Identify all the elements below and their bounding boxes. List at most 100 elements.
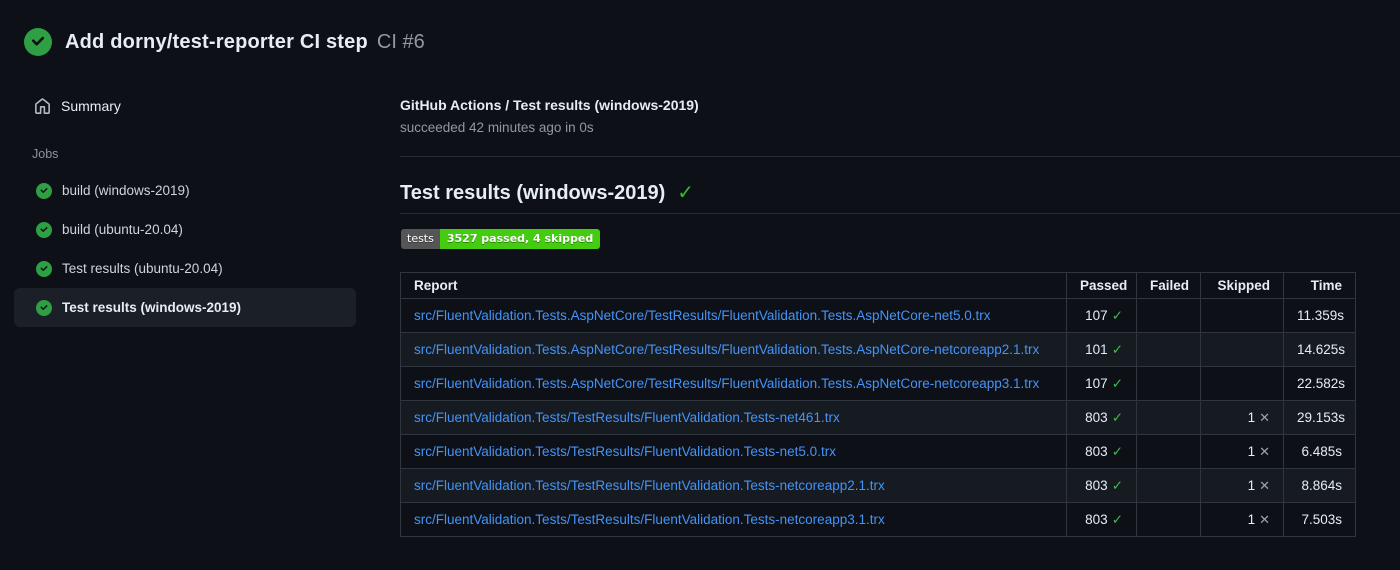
column-header-passed: Passed bbox=[1066, 272, 1137, 299]
time-cell-value: 11.359s bbox=[1297, 308, 1345, 323]
sidebar-item-job-2[interactable]: Test results (ubuntu-20.04) bbox=[14, 249, 356, 288]
job-check-icon bbox=[36, 299, 52, 316]
skipped-cell: 1 ✕ bbox=[1200, 434, 1284, 469]
passed-cell: 107 ✓ bbox=[1066, 366, 1137, 401]
table-row: src/FluentValidation.Tests/TestResults/F… bbox=[400, 434, 1356, 469]
time-cell: 14.625s bbox=[1283, 332, 1356, 367]
run-title: Add dorny/test-reporter CI step bbox=[65, 30, 368, 53]
time-cell: 7.503s bbox=[1283, 502, 1356, 537]
job-label: build (ubuntu-20.04) bbox=[62, 222, 183, 237]
time-cell-value: 7.503s bbox=[1301, 512, 1342, 527]
skipped-cell-value: 1 bbox=[1247, 444, 1256, 459]
failed-cell bbox=[1136, 366, 1201, 401]
passed-cell-value: 803 bbox=[1085, 512, 1108, 527]
job-label: Test results (ubuntu-20.04) bbox=[62, 261, 223, 276]
failed-cell bbox=[1136, 332, 1201, 367]
report-cell: src/FluentValidation.Tests.AspNetCore/Te… bbox=[400, 332, 1067, 367]
table-header-row: Report Passed Failed Skipped Time bbox=[400, 272, 1356, 299]
failed-cell bbox=[1136, 298, 1201, 333]
report-link[interactable]: src/FluentValidation.Tests/TestResults/F… bbox=[414, 512, 885, 527]
time-cell: 8.864s bbox=[1283, 468, 1356, 503]
home-icon bbox=[34, 97, 51, 115]
time-cell-value: 8.864s bbox=[1301, 478, 1342, 493]
run-header: Add dorny/test-reporter CI step CI #6 bbox=[24, 28, 425, 56]
table-row: src/FluentValidation.Tests/TestResults/F… bbox=[400, 468, 1356, 503]
run-status-check-icon bbox=[24, 28, 52, 56]
column-header-skipped: Skipped bbox=[1200, 272, 1284, 299]
skipped-cell: 1 ✕ bbox=[1200, 400, 1284, 435]
job-check-icon bbox=[36, 221, 52, 238]
skipped-cell: 1 ✕ bbox=[1200, 468, 1284, 503]
skipped-cross-icon: ✕ bbox=[1259, 410, 1270, 425]
check-run-status: succeeded 42 minutes ago in 0s bbox=[400, 120, 594, 135]
skipped-cell bbox=[1200, 366, 1284, 401]
column-header-time: Time bbox=[1283, 272, 1356, 299]
tests-badge: tests 3527 passed, 4 skipped bbox=[401, 229, 601, 249]
time-cell-value: 14.625s bbox=[1297, 342, 1346, 357]
column-header-failed: Failed bbox=[1136, 272, 1201, 299]
time-cell-value: 6.485s bbox=[1301, 444, 1342, 459]
passed-check-icon: ✓ bbox=[1111, 478, 1123, 493]
skipped-cell: 1 ✕ bbox=[1200, 502, 1284, 537]
passed-check-icon: ✓ bbox=[1111, 444, 1123, 459]
tests-badge-value: 3527 passed, 4 skipped bbox=[439, 229, 601, 249]
summary-label: Summary bbox=[61, 98, 121, 114]
jobs-section-label: Jobs bbox=[32, 147, 59, 161]
job-label: build (windows-2019) bbox=[62, 183, 190, 198]
sidebar: Summary Jobs build (windows-2019) build (… bbox=[14, 88, 356, 327]
report-link[interactable]: src/FluentValidation.Tests.AspNetCore/Te… bbox=[414, 308, 991, 323]
job-label: Test results (windows-2019) bbox=[62, 300, 242, 315]
time-cell: 11.359s bbox=[1283, 298, 1356, 333]
report-link[interactable]: src/FluentValidation.Tests.AspNetCore/Te… bbox=[414, 342, 1039, 357]
passed-cell: 803 ✓ bbox=[1066, 400, 1137, 435]
passed-check-icon: ✓ bbox=[1111, 376, 1123, 391]
sidebar-item-job-1[interactable]: build (ubuntu-20.04) bbox=[14, 210, 356, 249]
sidebar-item-summary[interactable]: Summary bbox=[14, 88, 356, 124]
report-link[interactable]: src/FluentValidation.Tests/TestResults/F… bbox=[414, 478, 885, 493]
job-check-icon bbox=[36, 260, 52, 277]
table-row: src/FluentValidation.Tests.AspNetCore/Te… bbox=[400, 366, 1356, 401]
job-list: build (windows-2019) build (ubuntu-20.04)… bbox=[14, 171, 356, 327]
passed-check-icon: ✓ bbox=[1111, 410, 1123, 425]
skipped-cell-value: 1 bbox=[1247, 512, 1256, 527]
skipped-cell-value: 1 bbox=[1247, 478, 1256, 493]
skipped-cell bbox=[1200, 332, 1284, 367]
passed-cell-value: 101 bbox=[1085, 342, 1108, 357]
check-run-title: GitHub Actions / Test results (windows-2… bbox=[400, 97, 699, 113]
column-header-report: Report bbox=[400, 272, 1067, 299]
passed-cell-value: 107 bbox=[1085, 308, 1108, 323]
skipped-cross-icon: ✕ bbox=[1259, 444, 1270, 459]
time-cell: 22.582s bbox=[1283, 366, 1356, 401]
report-cell: src/FluentValidation.Tests.AspNetCore/Te… bbox=[400, 366, 1067, 401]
skipped-cell-value: 1 bbox=[1247, 410, 1256, 425]
divider bbox=[400, 213, 1400, 214]
passed-check-icon: ✓ bbox=[1111, 512, 1123, 527]
passed-cell: 803 ✓ bbox=[1066, 434, 1137, 469]
report-cell: src/FluentValidation.Tests/TestResults/F… bbox=[400, 400, 1067, 435]
heading-check-icon: ✓ bbox=[677, 182, 695, 204]
passed-cell-value: 107 bbox=[1085, 376, 1108, 391]
test-results-table: Report Passed Failed Skipped Time src/Fluent… bbox=[400, 272, 1356, 537]
report-link[interactable]: src/FluentValidation.Tests/TestResults/F… bbox=[414, 410, 840, 425]
report-link[interactable]: src/FluentValidation.Tests.AspNetCore/Te… bbox=[414, 376, 1039, 391]
report-cell: src/FluentValidation.Tests/TestResults/F… bbox=[400, 502, 1067, 537]
skipped-cross-icon: ✕ bbox=[1259, 478, 1270, 493]
passed-check-icon: ✓ bbox=[1111, 342, 1123, 357]
passed-cell: 803 ✓ bbox=[1066, 502, 1137, 537]
table-row: src/FluentValidation.Tests.AspNetCore/Te… bbox=[400, 298, 1356, 333]
passed-cell: 101 ✓ bbox=[1066, 332, 1137, 367]
sidebar-item-job-0[interactable]: build (windows-2019) bbox=[14, 171, 356, 210]
passed-cell-value: 803 bbox=[1085, 478, 1108, 493]
divider bbox=[400, 156, 1400, 157]
tests-badge-label: tests bbox=[401, 229, 440, 249]
table-row: src/FluentValidation.Tests.AspNetCore/Te… bbox=[400, 332, 1356, 367]
section-heading-text: Test results (windows-2019) bbox=[400, 182, 666, 204]
failed-cell bbox=[1136, 400, 1201, 435]
report-cell: src/FluentValidation.Tests/TestResults/F… bbox=[400, 434, 1067, 469]
passed-cell-value: 803 bbox=[1085, 444, 1108, 459]
sidebar-item-job-3[interactable]: Test results (windows-2019) bbox=[14, 288, 356, 327]
job-check-icon bbox=[36, 182, 52, 199]
report-link[interactable]: src/FluentValidation.Tests/TestResults/F… bbox=[414, 444, 836, 459]
time-cell-value: 29.153s bbox=[1297, 410, 1346, 425]
main-content: GitHub Actions / Test results (windows-2… bbox=[400, 0, 1400, 570]
